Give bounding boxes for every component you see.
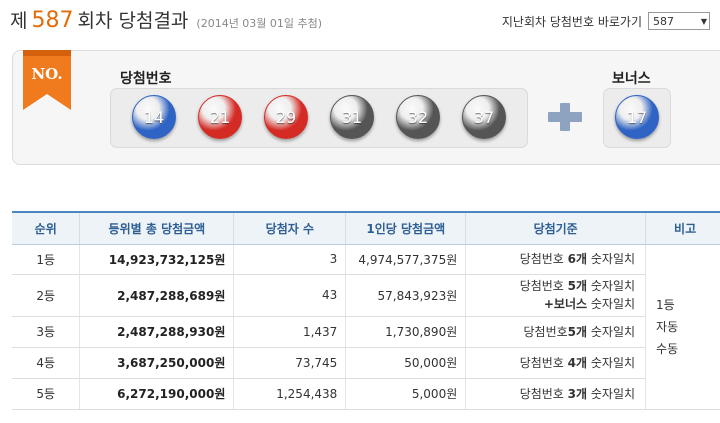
chevron-down-icon: ▼ [700,16,707,26]
criteria-count: 6개 [567,252,588,266]
rank-cell: 5등 [12,378,81,410]
winners-cell: 1,254,438 [233,378,347,410]
prize-table: 순위 등위별 총 당첨금액 당첨자 수 1인당 당첨금액 당첨기준 비고 1등 … [12,211,720,410]
round-number: 587 [31,8,74,33]
table-row: 5등 6,272,190,000원 1,254,438 5,000원 당첨번호 … [12,378,720,410]
criteria-count: 3개 [567,386,588,401]
criteria-text: 당첨번호 [523,324,568,339]
criteria-count: 5개 [567,324,588,339]
criteria-text: 숫자일치 [587,324,636,339]
criteria-text: 숫자일치 [587,355,636,370]
note-line: 수동 [656,341,679,356]
per-winner-cell: 50,000원 [345,347,467,379]
bonus-label: 보너스 [612,71,651,87]
lotto-ball: 21 [198,95,242,139]
rank-cell: 4등 [12,347,81,379]
per-winner-cell: 5,000원 [345,378,467,410]
rank-cell: 2등 [12,274,81,317]
col-header-winners: 당첨자 수 [233,211,347,245]
criteria-cell: 당첨번호5개 숫자일치 [465,316,647,348]
table-row: 4등 3,687,250,000원 73,745 50,000원 당첨번호 4개… [12,347,720,379]
criteria-text: 숫자일치 [587,386,636,401]
table-row: 3등 2,487,288,930원 1,437 1,730,890원 당첨번호5… [12,316,720,348]
plus-icon [548,103,582,131]
bonus-ball: 17 [615,95,659,139]
criteria-count: 4개 [567,355,588,370]
per-winner-cell: 57,843,923원 [345,274,467,317]
col-header-total: 등위별 총 당첨금액 [79,211,235,245]
page-title: 제 587 회차 당첨결과 (2014년 03월 01일 추첨) [10,6,322,36]
title-suffix: 회차 당첨결과 [77,10,189,32]
criteria-count: 5개 [567,279,588,293]
criteria-text: 숫자일치 [587,252,636,266]
round-navigator: 지난회차 당첨번호 바로가기 587 ▼ [502,12,710,30]
winners-cell: 73,745 [233,347,347,379]
lotto-ball: 32 [396,95,440,139]
title-prefix: 제 [10,10,28,32]
col-header-criteria: 당첨기준 [465,211,647,245]
lotto-ball: 29 [264,95,308,139]
criteria-cell: 당첨번호 5개 숫자일치 +보너스 숫자일치 [465,274,647,317]
col-header-note: 비고 [645,211,720,245]
criteria-cell: 당첨번호 3개 숫자일치 [465,378,647,410]
draw-date: (2014년 03월 01일 추첨) [196,17,323,30]
criteria-cell: 당첨번호 6개 숫자일치 [465,244,647,275]
ribbon-text: NO. [31,65,62,83]
winners-cell: 43 [233,274,347,317]
note-cell: 1등 자동 수동 [645,244,720,410]
winners-cell: 1,437 [233,316,347,348]
criteria-text: 당첨번호 [519,252,568,266]
total-prize-cell: 14,923,732,125원 [79,244,235,275]
criteria-text: 숫자일치 [587,279,636,293]
round-nav-label: 지난회차 당첨번호 바로가기 [501,14,642,29]
note-line: 자동 [656,319,679,334]
round-select-value: 587 [653,14,674,28]
round-select[interactable]: 587 ▼ [648,12,710,30]
ribbon-icon: NO. [23,50,71,110]
per-winner-cell: 1,730,890원 [345,316,467,348]
col-header-per-winner: 1인당 당첨금액 [345,211,467,245]
col-header-rank: 순위 [12,211,81,245]
lotto-ball: 14 [132,95,176,139]
criteria-text: 숫자일치 [587,297,636,311]
criteria-text: 당첨번호 [519,355,568,370]
lotto-ball: 31 [330,95,374,139]
lotto-ball: 37 [462,95,506,139]
criteria-bonus: +보너스 [543,297,588,311]
total-prize-cell: 2,487,288,930원 [79,316,235,348]
note-line: 1등 [656,297,675,312]
winners-cell: 3 [233,244,347,275]
criteria-text: 당첨번호 [519,279,568,293]
winning-numbers-label: 당첨번호 [120,71,172,87]
rank-cell: 3등 [12,316,81,348]
total-prize-cell: 3,687,250,000원 [79,347,235,379]
rank-cell: 1등 [12,244,81,275]
total-prize-cell: 2,487,288,689원 [79,274,235,317]
criteria-text: 당첨번호 [519,386,568,401]
table-header-row: 순위 등위별 총 당첨금액 당첨자 수 1인당 당첨금액 당첨기준 비고 [12,211,720,245]
criteria-cell: 당첨번호 4개 숫자일치 [465,347,647,379]
total-prize-cell: 6,272,190,000원 [79,378,235,410]
table-row: 2등 2,487,288,689원 43 57,843,923원 당첨번호 5개… [12,274,720,317]
per-winner-cell: 4,974,577,375원 [345,244,467,275]
table-row: 1등 14,923,732,125원 3 4,974,577,375원 당첨번호… [12,244,720,410]
